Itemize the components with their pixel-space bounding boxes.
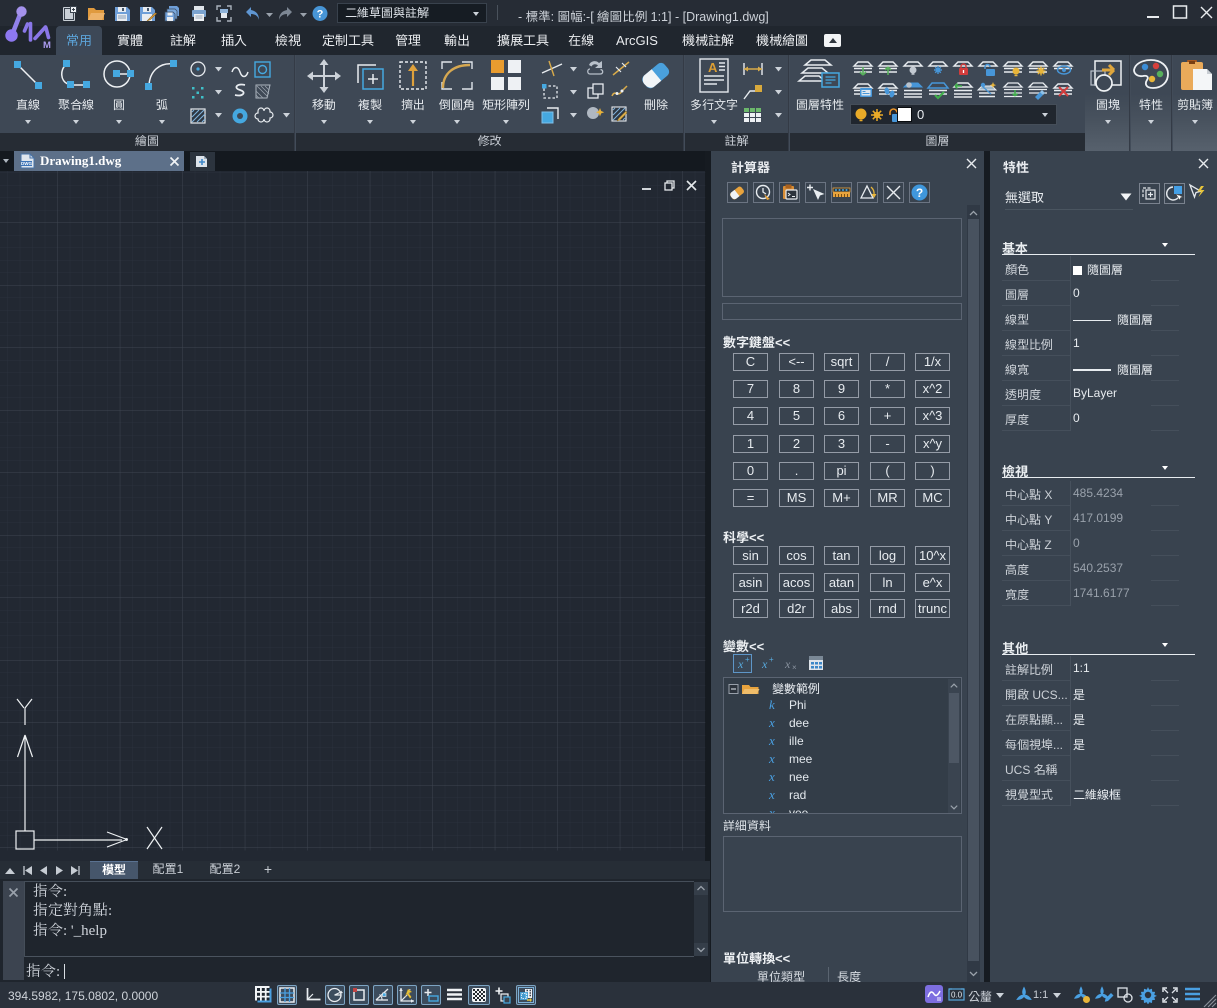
svg-text:+: + bbox=[745, 655, 750, 664]
svg-text:?: ? bbox=[317, 9, 324, 21]
svg-text:+: + bbox=[769, 655, 774, 664]
svg-text:x: x bbox=[737, 657, 744, 671]
svg-text:x: x bbox=[761, 657, 768, 671]
svg-text:×: × bbox=[792, 663, 797, 672]
svg-text:A: A bbox=[708, 60, 718, 75]
svg-text:DWG: DWG bbox=[21, 161, 32, 166]
svg-text:x: x bbox=[784, 657, 791, 671]
svg-text:M: M bbox=[43, 40, 51, 51]
svg-text:?: ? bbox=[916, 186, 923, 200]
svg-text:0.0: 0.0 bbox=[951, 991, 963, 1000]
